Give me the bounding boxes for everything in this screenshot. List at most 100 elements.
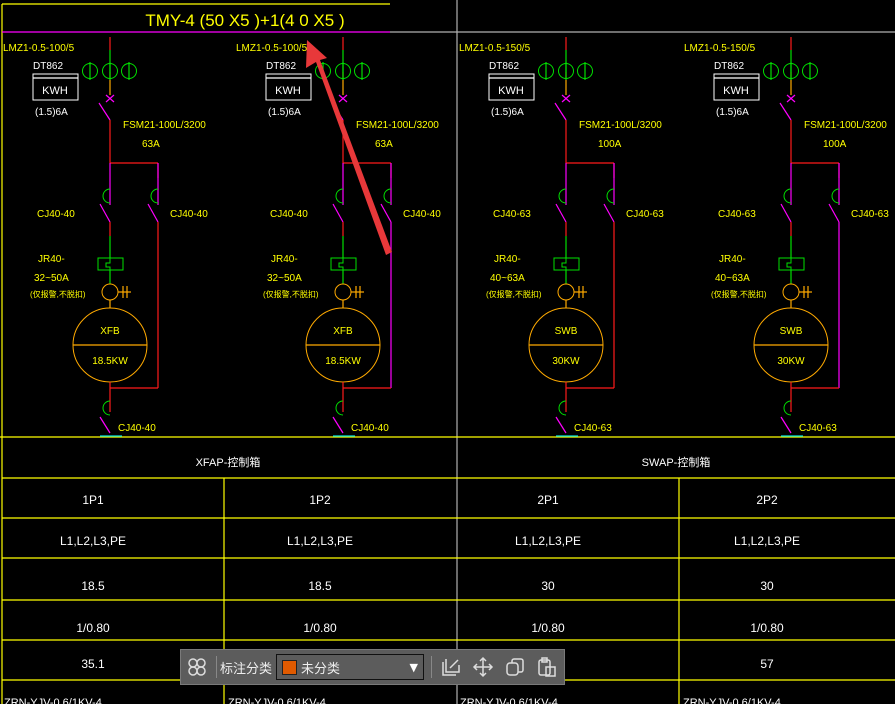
separator: [216, 656, 217, 678]
contactor-left-label: CJ40-63: [493, 209, 531, 220]
table-cell: L1,L2,L3,PE: [60, 534, 126, 548]
table-cell: 1/0.80: [531, 621, 565, 635]
cad-drawing-canvas[interactable]: TMY-4 (50 X5 )+1(4 0 X5 ) LMZ1-0.5-100/5…: [0, 0, 895, 704]
relay-range: 32~50A: [34, 273, 69, 284]
contactor-coil-icon: [783, 188, 792, 204]
table-cell: 30: [541, 579, 555, 593]
contactor-switch: [99, 416, 111, 434]
breaker-rating: 100A: [598, 139, 622, 150]
breaker-rating: 63A: [375, 139, 393, 150]
motor-name: SWB: [780, 326, 803, 337]
breaker-label: FSM21-100L/3200: [804, 120, 887, 131]
feeder-circuit: LMZ1-0.5-150/5 DT862 KWH (1.5)6A FSM21-100L/…: [459, 37, 664, 437]
annotation-toolbar: 标注分类 未分类 ▼: [180, 649, 565, 685]
motor-power: 18.5KW: [325, 356, 361, 367]
kwh-label: KWH: [723, 85, 749, 97]
contactor-left-label: CJ40-63: [718, 209, 756, 220]
table-cell: 1/0.80: [76, 621, 110, 635]
table-cell: 18.5: [81, 579, 105, 593]
category-label: 标注分类: [220, 661, 273, 677]
motor-name: SWB: [555, 326, 578, 337]
breaker-rating: 63A: [142, 139, 160, 150]
contactor-switch: [828, 203, 840, 223]
breaker-switch: [554, 102, 567, 121]
meter-model: DT862: [266, 61, 296, 72]
grid-icon[interactable]: [185, 655, 209, 679]
contactor-bottom-label: CJ40-40: [118, 423, 156, 434]
table-cell: ZRN-YJV-0.6/1KV-4: [683, 697, 781, 704]
table-cell: L1,L2,L3,PE: [287, 534, 353, 548]
contactor-coil-icon: [102, 400, 111, 416]
motor-power: 30KW: [552, 356, 580, 367]
contactor-left-label: CJ40-40: [270, 209, 308, 220]
ct-label: LMZ1-0.5-100/5: [3, 43, 75, 54]
kwh-label: KWH: [42, 85, 68, 97]
contactor-switch: [555, 416, 567, 434]
relay-range: 32~50A: [267, 273, 302, 284]
feeder-circuit: LMZ1-0.5-100/5 DT862 KWH (1.5)6A FSM21-100L/…: [236, 37, 441, 437]
paste-icon[interactable]: [535, 655, 559, 679]
meter-model: DT862: [489, 61, 519, 72]
breaker-label: FSM21-100L/3200: [123, 120, 206, 131]
contactor-coil-icon: [558, 188, 567, 204]
contactor-switch: [332, 203, 344, 223]
table-cell: 57: [760, 657, 774, 671]
group-header: SWAP-控制箱: [642, 455, 711, 469]
contactor-switch: [555, 203, 567, 223]
move-icon[interactable]: [471, 655, 495, 679]
contactor-coil-icon: [783, 400, 792, 416]
table-cell: 2P1: [537, 493, 559, 507]
contactor-coil-icon: [383, 188, 392, 204]
contactor-switch: [332, 416, 344, 434]
contactor-right-label: CJ40-40: [170, 209, 208, 220]
contactor-coil-icon: [831, 188, 840, 204]
indicator-icon: [557, 283, 575, 301]
edit-icon[interactable]: [439, 655, 463, 679]
table-cell: L1,L2,L3,PE: [734, 534, 800, 548]
relay-range: 40~63A: [715, 273, 750, 284]
motor-power: 18.5KW: [92, 356, 128, 367]
category-select[interactable]: 未分类 ▼: [276, 654, 425, 680]
copy-icon[interactable]: [503, 655, 527, 679]
breaker-rating: 100A: [823, 139, 847, 150]
table-cell: 1P2: [309, 493, 331, 507]
motor-power: 30KW: [777, 356, 805, 367]
meter-rating: (1.5)6A: [35, 107, 68, 118]
group-header: XFAP-控制箱: [196, 455, 261, 469]
contactor-right-label: CJ40-40: [403, 209, 441, 220]
table-cell: 18.5: [308, 579, 332, 593]
feeder-circuit: LMZ1-0.5-150/5 DT862 KWH (1.5)6A FSM21-100L/…: [684, 37, 889, 437]
contactor-bottom-label: CJ40-40: [351, 423, 389, 434]
meter-rating: (1.5)6A: [716, 107, 749, 118]
indicator-icon: [101, 283, 119, 301]
table-cell: ZRN-YJV-0.6/1KV-4: [460, 697, 558, 704]
relay-note: (仅报警,不脱扣): [263, 289, 319, 299]
chevron-down-icon: ▼: [409, 660, 419, 674]
table-cell: 2P2: [756, 493, 778, 507]
meter-rating: (1.5)6A: [268, 107, 301, 118]
table-cell: 30: [760, 579, 774, 593]
table-cell: L1,L2,L3,PE: [515, 534, 581, 548]
breaker-switch: [98, 102, 111, 121]
indicator-icon: [782, 283, 800, 301]
ct-label: LMZ1-0.5-100/5: [236, 43, 308, 54]
contactor-coil-icon: [558, 400, 567, 416]
category-color-swatch: [282, 659, 298, 675]
contactor-right-label: CJ40-63: [851, 209, 889, 220]
feeder-circuit: LMZ1-0.5-100/5 DT862 KWH (1.5)6A FSM21-100L/…: [3, 37, 208, 437]
motor-name: XFB: [100, 326, 120, 337]
drawing-frame: [0, 0, 895, 704]
ct-label: LMZ1-0.5-150/5: [684, 43, 756, 54]
table-cell: ZRN-YJV-0.6/1KV-4: [228, 697, 326, 704]
kwh-label: KWH: [275, 85, 301, 97]
table-cell: 1/0.80: [750, 621, 784, 635]
contactor-switch: [99, 203, 111, 223]
contactor-switch: [603, 203, 615, 223]
circuits: LMZ1-0.5-100/5 DT862 KWH (1.5)6A FSM21-100L/…: [3, 37, 889, 437]
relay-note: (仅报警,不脱扣): [30, 289, 86, 299]
relay-label: JR40-: [38, 254, 65, 265]
relay-label: JR40-: [494, 254, 521, 265]
relay-label: JR40-: [719, 254, 746, 265]
motor-name: XFB: [333, 326, 353, 337]
contactor-bottom-label: CJ40-63: [799, 423, 837, 434]
